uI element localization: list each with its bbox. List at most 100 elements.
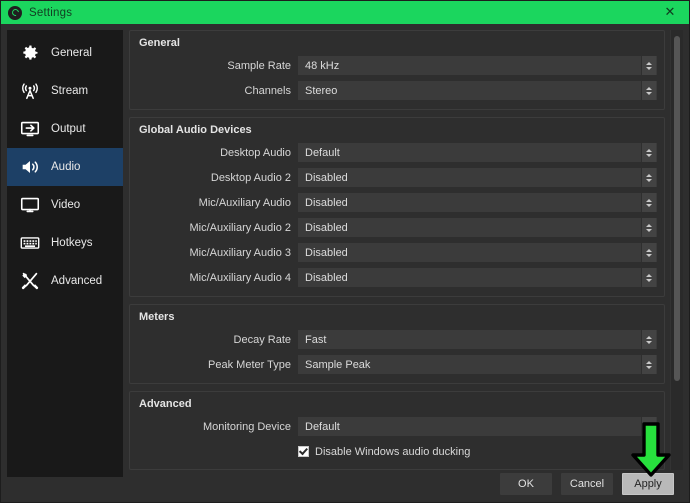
channels-combo[interactable]: Stereo [298, 81, 657, 100]
sidebar-item-label: Output [51, 123, 86, 135]
keyboard-icon [17, 230, 43, 256]
group-general: General Sample Rate 48 kHz Channels Ster… [129, 30, 665, 110]
settings-dialog: Settings ✕ General [0, 0, 690, 503]
row-label: Sample Rate [137, 60, 298, 72]
title-bar: Settings ✕ [1, 1, 689, 24]
combo-value: Disabled [299, 172, 641, 184]
peak-meter-type-combo[interactable]: Sample Peak [298, 355, 657, 374]
chevron-updown-icon[interactable] [641, 81, 656, 100]
chevron-updown-icon[interactable] [641, 56, 656, 75]
combo-value: Default [299, 421, 641, 433]
group-title: Advanced [139, 398, 657, 410]
sidebar-item-video[interactable]: Video [7, 186, 123, 224]
chevron-updown-icon[interactable] [641, 218, 656, 237]
chevron-updown-icon[interactable] [641, 243, 656, 262]
sidebar-item-label: Advanced [51, 275, 102, 287]
row-sample-rate: Sample Rate 48 kHz [137, 55, 657, 76]
monitoring-device-combo[interactable]: Default [298, 417, 657, 436]
row-label: Decay Rate [137, 334, 298, 346]
group-title: Meters [139, 311, 657, 323]
row-desktop-audio-2: Desktop Audio 2 Disabled [137, 167, 657, 188]
mic-aux-audio-combo[interactable]: Disabled [298, 193, 657, 212]
mic-aux-audio-2-combo[interactable]: Disabled [298, 218, 657, 237]
sidebar-item-label: Stream [51, 85, 88, 97]
row-mic-aux-audio-2: Mic/Auxiliary Audio 2 Disabled [137, 217, 657, 238]
combo-value: 48 kHz [299, 60, 641, 72]
group-meters: Meters Decay Rate Fast Peak Meter Type S… [129, 304, 665, 384]
settings-sidebar: General Stream [7, 30, 123, 477]
monitor-icon [17, 192, 43, 218]
chevron-updown-icon[interactable] [641, 355, 656, 374]
cancel-button[interactable]: Cancel [561, 473, 613, 495]
combo-value: Disabled [299, 247, 641, 259]
chevron-updown-icon[interactable] [641, 417, 656, 436]
sidebar-item-audio[interactable]: Audio [7, 148, 123, 186]
row-label: Peak Meter Type [137, 359, 298, 371]
row-label: Mic/Auxiliary Audio 4 [137, 272, 298, 284]
row-disable-audio-ducking: Disable Windows audio ducking [137, 442, 657, 461]
mic-aux-audio-4-combo[interactable]: Disabled [298, 268, 657, 287]
sidebar-item-general[interactable]: General [7, 34, 123, 72]
row-mic-aux-audio-4: Mic/Auxiliary Audio 4 Disabled [137, 267, 657, 288]
sidebar-item-advanced[interactable]: Advanced [7, 262, 123, 300]
broadcast-icon [17, 78, 43, 104]
chevron-updown-icon[interactable] [641, 268, 656, 287]
tools-icon [17, 268, 43, 294]
chevron-updown-icon[interactable] [641, 143, 656, 162]
gear-icon [17, 40, 43, 66]
combo-value: Default [299, 147, 641, 159]
combo-value: Disabled [299, 222, 641, 234]
row-channels: Channels Stereo [137, 80, 657, 101]
row-decay-rate: Decay Rate Fast [137, 329, 657, 350]
combo-value: Disabled [299, 197, 641, 209]
settings-scroll-area: General Sample Rate 48 kHz Channels Ster… [129, 30, 683, 470]
row-label: Mic/Auxiliary Audio [137, 197, 298, 209]
sidebar-item-label: General [51, 47, 92, 59]
combo-value: Sample Peak [299, 359, 641, 371]
dialog-body: General Stream [1, 24, 689, 502]
group-title: Global Audio Devices [139, 124, 657, 136]
group-advanced: Advanced Monitoring Device Default Disab… [129, 391, 665, 470]
row-label: Mic/Auxiliary Audio 3 [137, 247, 298, 259]
decay-rate-combo[interactable]: Fast [298, 330, 657, 349]
dialog-footer: OK Cancel Apply [129, 470, 683, 502]
group-title: General [139, 37, 657, 49]
scrollbar-thumb[interactable] [674, 36, 680, 381]
sample-rate-combo[interactable]: 48 kHz [298, 56, 657, 75]
row-label: Channels [137, 85, 298, 97]
vertical-scrollbar[interactable] [670, 30, 683, 470]
row-desktop-audio: Desktop Audio Default [137, 142, 657, 163]
combo-value: Disabled [299, 272, 641, 284]
chevron-updown-icon[interactable] [641, 168, 656, 187]
desktop-audio-combo[interactable]: Default [298, 143, 657, 162]
window-title: Settings [29, 7, 72, 19]
sidebar-item-stream[interactable]: Stream [7, 72, 123, 110]
sidebar-item-label: Video [51, 199, 80, 211]
row-mic-aux-audio-3: Mic/Auxiliary Audio 3 Disabled [137, 242, 657, 263]
row-monitoring-device: Monitoring Device Default [137, 416, 657, 437]
row-label: Mic/Auxiliary Audio 2 [137, 222, 298, 234]
row-label: Monitoring Device [137, 421, 298, 433]
chevron-updown-icon[interactable] [641, 330, 656, 349]
group-global-audio-devices: Global Audio Devices Desktop Audio Defau… [129, 117, 665, 297]
ok-button[interactable]: OK [500, 473, 552, 495]
disable-audio-ducking-checkbox[interactable] [298, 446, 309, 457]
speaker-icon [17, 154, 43, 180]
row-label: Desktop Audio [137, 147, 298, 159]
sidebar-item-label: Hotkeys [51, 237, 93, 249]
row-label: Desktop Audio 2 [137, 172, 298, 184]
output-icon [17, 116, 43, 142]
desktop-audio-2-combo[interactable]: Disabled [298, 168, 657, 187]
row-peak-meter-type: Peak Meter Type Sample Peak [137, 354, 657, 375]
sidebar-item-label: Audio [51, 161, 80, 173]
chevron-updown-icon[interactable] [641, 193, 656, 212]
checkbox-label: Disable Windows audio ducking [315, 446, 470, 458]
apply-button[interactable]: Apply [622, 473, 674, 495]
row-mic-aux-audio: Mic/Auxiliary Audio Disabled [137, 192, 657, 213]
settings-content: General Sample Rate 48 kHz Channels Ster… [129, 30, 683, 502]
close-icon[interactable]: ✕ [651, 1, 689, 24]
obs-logo-icon [8, 6, 22, 20]
sidebar-item-hotkeys[interactable]: Hotkeys [7, 224, 123, 262]
mic-aux-audio-3-combo[interactable]: Disabled [298, 243, 657, 262]
sidebar-item-output[interactable]: Output [7, 110, 123, 148]
